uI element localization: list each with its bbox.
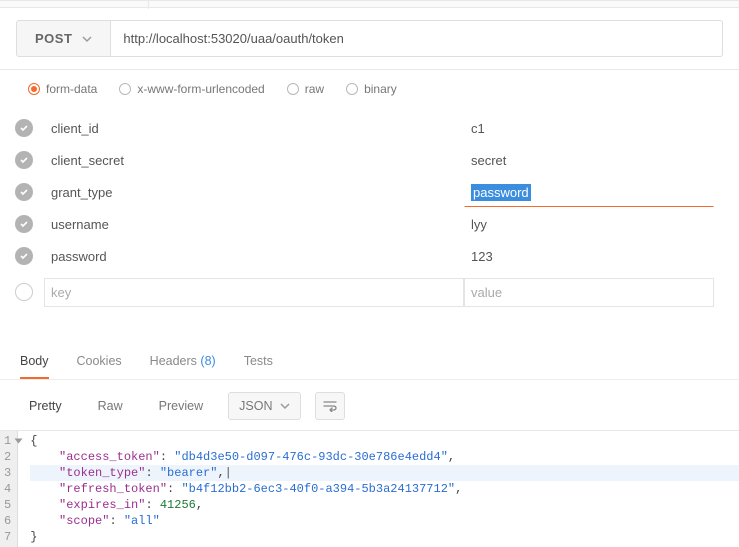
code-line: } [30, 529, 739, 545]
param-key-input[interactable]: username [44, 210, 464, 239]
radio-label: raw [305, 82, 324, 96]
param-value-input[interactable]: 123 [464, 242, 714, 271]
chevron-down-icon [280, 401, 290, 411]
tab-cookies[interactable]: Cookies [77, 344, 122, 379]
radio-binary[interactable]: binary [346, 82, 397, 96]
radio-urlencoded[interactable]: x-www-form-urlencoded [119, 82, 264, 96]
response-body-viewer[interactable]: 1234567 { "access_token": "db4d3e50-d097… [0, 430, 739, 547]
param-key-input[interactable]: client_id [44, 114, 464, 143]
param-row: grant_type password [14, 176, 725, 208]
param-enabled-toggle[interactable] [14, 246, 34, 266]
code-lines[interactable]: { "access_token": "db4d3e50-d097-476c-93… [18, 431, 739, 547]
selected-text: password [471, 184, 531, 201]
body-type-row: form-data x-www-form-urlencoded raw bina… [0, 70, 739, 104]
radio-form-data[interactable]: form-data [28, 82, 97, 96]
code-line: "expires_in": 41256, [30, 497, 739, 513]
param-row: password 123 [14, 240, 725, 272]
view-pretty[interactable]: Pretty [18, 392, 73, 420]
param-row: client_id c1 [14, 112, 725, 144]
radio-circle-icon [346, 83, 358, 95]
param-key-input[interactable]: client_secret [44, 146, 464, 175]
response-controls: Pretty Raw Preview JSON [0, 380, 739, 430]
top-divider [0, 0, 739, 8]
param-row-new: key value [14, 276, 725, 308]
radio-dot-icon [28, 83, 40, 95]
radio-label: x-www-form-urlencoded [137, 82, 264, 96]
param-row: client_secret secret [14, 144, 725, 176]
tab-headers[interactable]: Headers (8) [150, 344, 216, 379]
param-enabled-toggle[interactable] [14, 118, 34, 138]
view-raw[interactable]: Raw [87, 392, 134, 420]
param-enabled-toggle[interactable] [14, 282, 34, 302]
code-line: { [30, 433, 739, 449]
response-tabs: Body Cookies Headers (8) Tests [0, 344, 739, 380]
code-line: "refresh_token": "b4f12bb2-6ec3-40f0-a39… [30, 481, 739, 497]
param-key-input[interactable]: password [44, 242, 464, 271]
radio-label: binary [364, 82, 397, 96]
chevron-down-icon [82, 34, 92, 44]
param-enabled-toggle[interactable] [14, 214, 34, 234]
param-value-input[interactable]: value [464, 278, 714, 307]
url-input[interactable] [111, 20, 723, 57]
radio-circle-icon [119, 83, 131, 95]
params-table: client_id c1 client_secret secret grant_… [0, 104, 739, 322]
param-enabled-toggle[interactable] [14, 182, 34, 202]
param-value-input[interactable]: secret [464, 146, 714, 175]
wrap-toggle[interactable] [315, 392, 345, 420]
param-key-input[interactable]: grant_type [44, 178, 464, 207]
format-dropdown[interactable]: JSON [228, 392, 301, 420]
param-value-input[interactable]: password [464, 178, 714, 207]
format-label: JSON [239, 399, 272, 413]
code-line: "scope": "all" [30, 513, 739, 529]
param-key-input[interactable]: key [44, 278, 464, 307]
param-value-input[interactable]: c1 [464, 114, 714, 143]
code-line: "access_token": "db4d3e50-d097-476c-93dc… [30, 449, 739, 465]
code-line: "token_type": "bearer",| [30, 465, 739, 481]
radio-label: form-data [46, 82, 97, 96]
request-bar: POST [0, 8, 739, 70]
line-gutter: 1234567 [0, 431, 18, 547]
radio-circle-icon [287, 83, 299, 95]
radio-raw[interactable]: raw [287, 82, 324, 96]
tab-body[interactable]: Body [20, 344, 49, 379]
view-preview[interactable]: Preview [148, 392, 214, 420]
http-method-label: POST [35, 31, 72, 46]
headers-count: (8) [200, 354, 215, 368]
http-method-dropdown[interactable]: POST [16, 20, 111, 57]
param-value-input[interactable]: lyy [464, 210, 714, 239]
param-row: username lyy [14, 208, 725, 240]
wrap-icon [323, 400, 337, 412]
param-enabled-toggle[interactable] [14, 150, 34, 170]
tab-tests[interactable]: Tests [244, 344, 273, 379]
